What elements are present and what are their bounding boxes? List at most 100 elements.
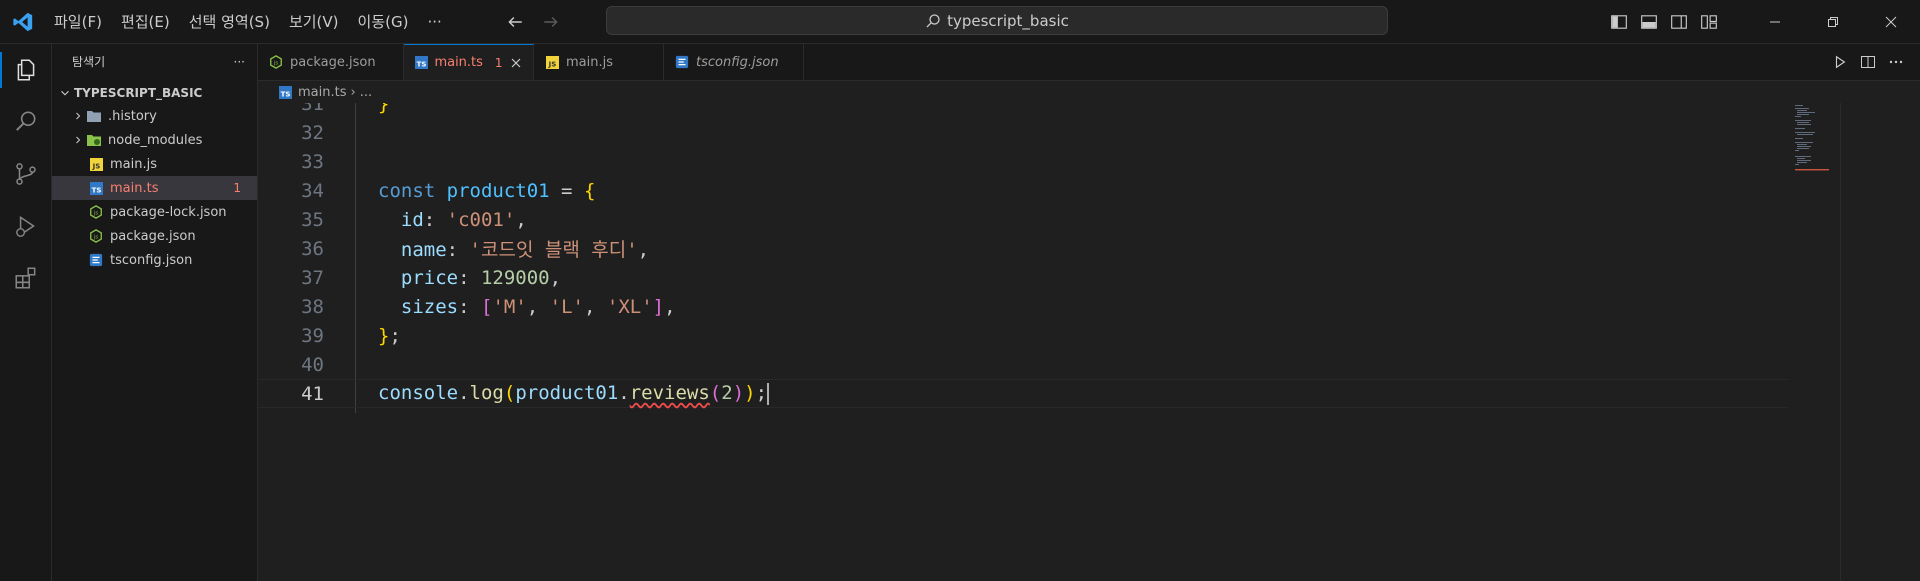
minimap[interactable] <box>1795 103 1840 183</box>
breadcrumb-file[interactable]: main.ts <box>298 85 346 100</box>
error-count-badge: 1 <box>233 181 241 195</box>
svg-text:js: js <box>273 61 278 67</box>
extensions-icon[interactable] <box>0 252 51 304</box>
more-actions-icon[interactable] <box>1882 48 1910 76</box>
tab-label: main.js <box>566 54 613 70</box>
minimize-icon[interactable] <box>1746 0 1804 43</box>
line-number: 39 <box>301 324 324 347</box>
tree-item-node-modules[interactable]: node_modules <box>52 128 257 152</box>
tree-item-main-js[interactable]: JS main.js <box>52 152 257 176</box>
current-code-line: 41 console.log(product01.reviews(2)); <box>258 379 1788 408</box>
search-text: typescript_basic <box>947 11 1069 30</box>
vscode-logo-icon <box>0 0 46 43</box>
node-json-icon: js <box>268 54 284 70</box>
forward-arrow-icon[interactable] <box>537 8 565 36</box>
code-text: id: 'c001', <box>400 208 527 231</box>
tab-main-ts[interactable]: TS main.ts 1 <box>404 44 534 80</box>
code-text: const product01 = { <box>378 179 596 202</box>
js-file-icon: JS <box>544 54 560 70</box>
source-control-icon[interactable] <box>0 148 51 200</box>
code-line: 32 <box>258 118 1788 147</box>
code-text: }; <box>378 324 401 347</box>
customize-layout-icon[interactable] <box>1694 7 1724 37</box>
activity-bar <box>0 44 52 581</box>
editor-tab-bar: js package.json TS main.ts 1 JS main.js … <box>258 44 1920 81</box>
code-text: name: '코드잇 블랙 후디', <box>400 239 650 261</box>
svg-text:TS: TS <box>280 90 290 98</box>
code-line: 36 name: '코드잇 블랙 후디', <box>258 234 1788 263</box>
tree-item-package-json[interactable]: js package.json <box>52 224 257 248</box>
line-number: 31 <box>301 103 324 115</box>
js-file-icon: JS <box>88 156 104 172</box>
ts-file-icon: TS <box>414 55 428 71</box>
tab-label: tsconfig.json <box>696 54 779 70</box>
editor-actions <box>1826 44 1910 80</box>
code-line: 34 const product01 = { <box>258 176 1788 205</box>
sidebar-more-button[interactable]: ··· <box>234 55 245 69</box>
explorer-icon[interactable] <box>0 44 51 96</box>
back-arrow-icon[interactable] <box>501 8 529 36</box>
text-cursor <box>767 382 770 405</box>
menu-more[interactable]: ··· <box>419 8 449 36</box>
search-icon[interactable] <box>0 96 51 148</box>
search-icon <box>926 13 940 27</box>
menu-file[interactable]: 파일(F) <box>46 8 110 36</box>
run-icon[interactable] <box>1826 48 1854 76</box>
tab-package-json[interactable]: js package.json <box>258 44 404 80</box>
line-number: 37 <box>301 266 324 289</box>
code-line: 37 price: 129000, <box>258 263 1788 292</box>
menu-go[interactable]: 이동(G) <box>350 8 417 36</box>
close-window-icon[interactable] <box>1862 0 1920 43</box>
line-number: 40 <box>301 353 324 376</box>
menu-edit[interactable]: 편집(E) <box>113 8 178 36</box>
line-number: 35 <box>301 208 324 231</box>
tab-main-js[interactable]: JS main.js <box>534 44 664 80</box>
editor-scrollbar[interactable] <box>1840 103 1855 581</box>
tree-item-package-lock[interactable]: js package-lock.json <box>52 200 257 224</box>
chevron-down-icon <box>61 90 69 96</box>
tree-item-label: main.js <box>110 156 157 172</box>
breadcrumb-symbols[interactable]: ... <box>360 85 372 100</box>
menu-selection[interactable]: 선택 영역(S) <box>181 8 278 36</box>
command-center-search[interactable]: typescript_basic <box>606 6 1388 35</box>
title-bar: 파일(F) 편집(E) 선택 영역(S) 보기(V) 이동(G) ··· typ… <box>0 0 1920 44</box>
line-number: 32 <box>301 121 324 144</box>
menu-view[interactable]: 보기(V) <box>281 8 347 36</box>
chevron-right-icon <box>70 110 86 122</box>
tsconfig-file-icon <box>674 54 690 70</box>
svg-text:JS: JS <box>91 162 100 170</box>
tree-item-label: main.ts <box>110 180 159 196</box>
tree-item-history[interactable]: .history <box>52 104 257 128</box>
tab-tsconfig[interactable]: tsconfig.json <box>664 44 804 80</box>
tsconfig-file-icon <box>88 252 104 268</box>
restore-icon[interactable] <box>1804 0 1862 43</box>
code-line: 39 }; <box>258 321 1788 350</box>
node-json-icon: js <box>88 204 104 220</box>
split-editor-icon[interactable] <box>1854 48 1882 76</box>
menu-bar: 파일(F) 편집(E) 선택 영역(S) 보기(V) 이동(G) ··· <box>46 0 453 43</box>
tree-item-main-ts[interactable]: TS main.ts 1 <box>52 176 257 200</box>
toggle-secondary-sidebar-icon[interactable] <box>1664 7 1694 37</box>
code-editor[interactable]: 31 } 32 33 34 const product01 = { 35 id:… <box>258 103 1920 581</box>
node-json-icon: js <box>88 228 104 244</box>
tree-item-tsconfig[interactable]: tsconfig.json <box>52 248 257 272</box>
workspace-folder-header[interactable]: TYPESCRIPT_BASIC <box>52 82 257 104</box>
line-number: 36 <box>301 237 324 260</box>
sidebar-title: 탐색기 <box>72 55 106 69</box>
svg-text:TS: TS <box>416 61 426 69</box>
close-icon[interactable] <box>509 55 523 71</box>
layout-controls <box>1604 0 1724 43</box>
tree-item-label: node_modules <box>108 132 203 148</box>
tab-label: main.ts <box>434 55 483 70</box>
code-text: } <box>378 103 390 115</box>
toggle-primary-sidebar-icon[interactable] <box>1604 7 1634 37</box>
tree-item-label: .history <box>108 108 157 124</box>
navigation <box>501 8 573 36</box>
toggle-panel-icon[interactable] <box>1634 7 1664 37</box>
run-debug-icon[interactable] <box>0 200 51 252</box>
folder-icon <box>86 108 102 124</box>
code-line: 33 <box>258 147 1788 176</box>
ts-file-icon: TS <box>88 180 104 196</box>
sidebar-header: 탐색기 ··· <box>52 44 257 79</box>
svg-text:JS: JS <box>547 60 556 68</box>
